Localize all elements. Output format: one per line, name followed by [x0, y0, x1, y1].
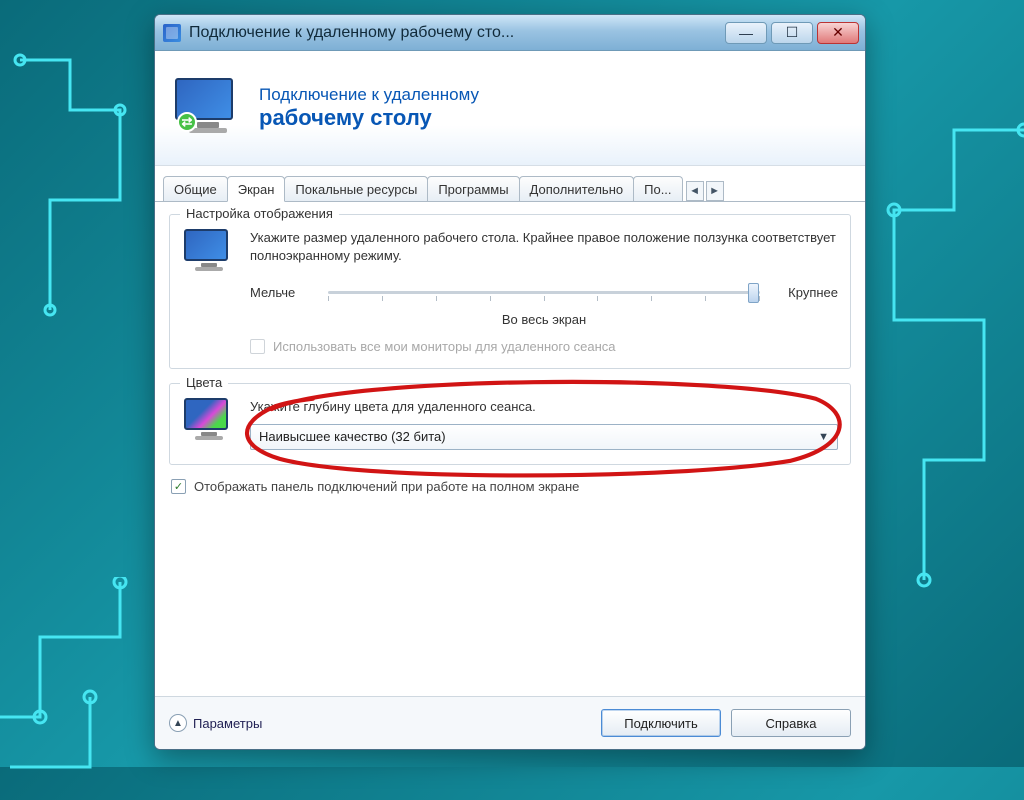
close-button[interactable]: ✕	[817, 22, 859, 44]
tab-scroll-right[interactable]: ►	[706, 181, 724, 201]
bg-decor	[10, 50, 150, 350]
tab-page-display: Настройка отображения Укажите размер уда…	[155, 202, 865, 696]
colors-group-legend: Цвета	[180, 375, 228, 390]
connection-bar-label: Отображать панель подключений при работе…	[194, 479, 579, 494]
monitor-icon	[184, 229, 234, 354]
colors-group: Цвета Укажите глубину цвета для удаленно…	[169, 383, 851, 465]
dialog-header: ⇄ Подключение к удаленному рабочему стол…	[155, 51, 865, 166]
all-monitors-label: Использовать все мои мониторы для удален…	[273, 339, 616, 354]
rdp-window: Подключение к удаленному рабочему сто...…	[154, 14, 866, 750]
tab-overflow[interactable]: По...	[633, 176, 682, 201]
tab-local-resources[interactable]: Покальные ресурсы	[284, 176, 428, 201]
display-description: Укажите размер удаленного рабочего стола…	[250, 229, 838, 264]
connect-button[interactable]: Подключить	[601, 709, 721, 737]
titlebar[interactable]: Подключение к удаленному рабочему сто...…	[155, 15, 865, 51]
bg-decor	[864, 120, 1024, 600]
slider-min-label: Мельче	[250, 285, 310, 300]
all-monitors-row: Использовать все мои мониторы для удален…	[250, 339, 838, 354]
slider-thumb[interactable]	[748, 283, 759, 303]
color-depth-combobox[interactable]: Наивысшее качество (32 бита) ▼	[250, 424, 838, 450]
tab-scroll-left[interactable]: ◄	[686, 181, 704, 201]
color-depth-value: Наивысшее качество (32 бита)	[259, 429, 446, 444]
header-line1: Подключение к удаленному	[259, 85, 479, 105]
help-button[interactable]: Справка	[731, 709, 851, 737]
tab-bar: Общие Экран Покальные ресурсы Программы …	[155, 172, 865, 202]
resolution-slider[interactable]	[328, 278, 760, 306]
tab-display[interactable]: Экран	[227, 176, 286, 202]
connection-bar-row: ✓ Отображать панель подключений при рабо…	[171, 479, 849, 494]
window-title: Подключение к удаленному рабочему сто...	[189, 24, 725, 42]
slider-value-text: Во весь экран	[250, 312, 838, 327]
display-group-legend: Настройка отображения	[180, 206, 339, 221]
all-monitors-checkbox[interactable]	[250, 339, 265, 354]
dialog-footer: ▲ Параметры Подключить Справка	[155, 696, 865, 749]
options-label: Параметры	[193, 716, 262, 731]
maximize-button[interactable]: ☐	[771, 22, 813, 44]
tab-general[interactable]: Общие	[163, 176, 228, 201]
tab-advanced[interactable]: Дополнительно	[519, 176, 635, 201]
minimize-button[interactable]: —	[725, 22, 767, 44]
rdp-logo-icon: ⇄	[175, 78, 241, 138]
color-monitor-icon	[184, 398, 234, 450]
connection-bar-checkbox[interactable]: ✓	[171, 479, 186, 494]
options-toggle[interactable]: ▲ Параметры	[169, 714, 262, 732]
display-settings-group: Настройка отображения Укажите размер уда…	[169, 214, 851, 369]
app-icon	[163, 24, 181, 42]
tab-programs[interactable]: Программы	[427, 176, 519, 201]
slider-max-label: Крупнее	[778, 285, 838, 300]
colors-description: Укажите глубину цвета для удаленного сеа…	[250, 398, 838, 416]
chevron-up-icon: ▲	[169, 714, 187, 732]
header-line2: рабочему столу	[259, 105, 479, 131]
chevron-down-icon: ▼	[818, 431, 829, 443]
